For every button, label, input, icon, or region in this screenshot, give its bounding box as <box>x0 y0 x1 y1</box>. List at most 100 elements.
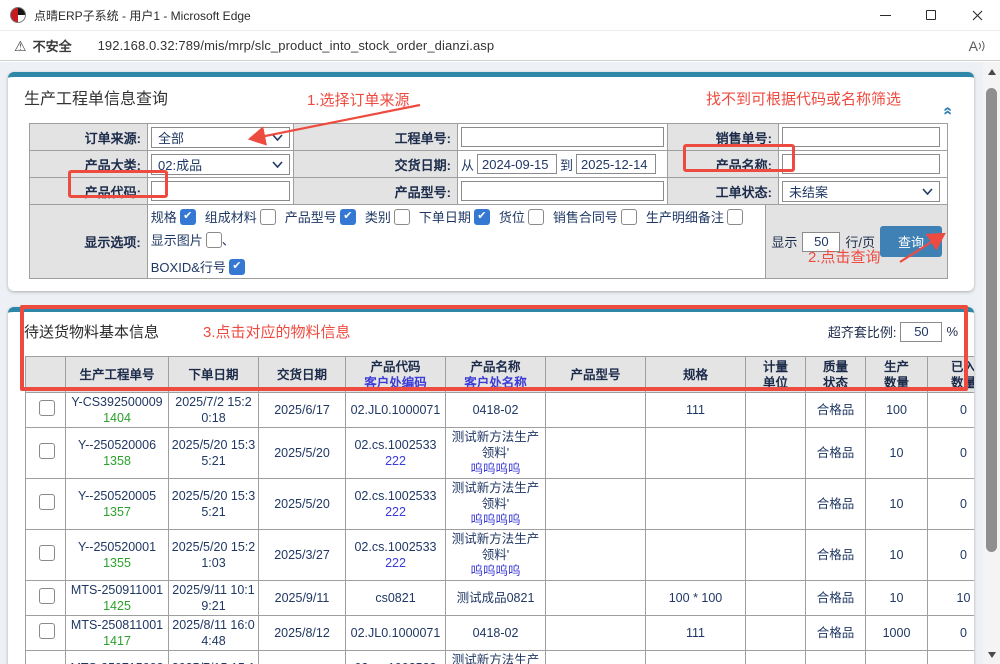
page-size-cell: 显示 行/页 查询 <box>765 205 947 278</box>
query-form-title: 生产工程单信息查询 <box>8 77 974 111</box>
minimize-button[interactable] <box>862 0 908 31</box>
display-option: 货位 <box>499 207 544 226</box>
checkbox-checked[interactable] <box>180 209 196 225</box>
query-form-card: 生产工程单信息查询 « 订单来源: 全部 工程单号: 销售单号: 产品大类: <box>8 72 974 291</box>
order-status-select[interactable]: 未结案 <box>782 181 940 202</box>
display-options: 规格组成材料产品型号 类别 下单日期货位销售合同号 生产明细备注显示图片、 BOXID&… <box>147 205 766 278</box>
checkbox-unchecked[interactable] <box>260 209 276 225</box>
scrollbar-up-arrow-icon[interactable] <box>983 64 1000 79</box>
chevron-down-icon <box>922 188 933 195</box>
results-title: 待送货物料基本信息 <box>24 321 159 342</box>
display-option: 显示图片、 <box>151 230 235 249</box>
table-row[interactable]: Y--2505200051357 2025/5/20 15:35:21 2025… <box>26 479 975 530</box>
maximize-button[interactable] <box>908 0 954 31</box>
page-size-suffix: 行/页 <box>845 232 875 251</box>
project-no-input[interactable] <box>461 127 664 147</box>
row-checkbox[interactable] <box>39 400 55 416</box>
col-qty: 生产数量 <box>866 357 928 393</box>
scrollbar-down-arrow-icon[interactable] <box>983 647 1000 662</box>
display-option-label: 生产明细备注 <box>646 207 724 226</box>
row-checkbox[interactable] <box>39 443 55 459</box>
results-card: 待送货物料基本信息 3.点击对应的物料信息 超齐套比例: % 生产工程单号 下单… <box>8 307 974 664</box>
checkbox-unchecked[interactable] <box>528 209 544 225</box>
table-row[interactable]: MTS-2507150031413 2025/7/15 15:16:12 202… <box>26 651 975 664</box>
col-delivery-date: 交货日期 <box>259 357 346 393</box>
product-code-input[interactable] <box>151 181 290 201</box>
table-row[interactable]: Y--2505200011355 2025/5/20 15:21:03 2025… <box>26 530 975 581</box>
sales-no-input[interactable] <box>782 127 940 147</box>
display-option: BOXID&行号 <box>151 257 245 276</box>
order-status-label: 工单状态: <box>667 178 778 204</box>
order-source-select[interactable]: 全部 <box>151 127 290 148</box>
col-order-date: 下单日期 <box>169 357 259 393</box>
product-name-label: 产品名称: <box>667 151 778 177</box>
display-option-label: 产品型号 <box>285 207 337 226</box>
product-category-select[interactable]: 02:成品 <box>151 154 290 175</box>
warning-icon: ⚠ <box>14 39 27 53</box>
checkbox-unchecked[interactable] <box>394 209 410 225</box>
checkbox-unchecked[interactable] <box>621 209 637 225</box>
address-bar[interactable]: ⚠ 不安全 192.168.0.32:789/mis/mrp/slc_produ… <box>0 31 1000 61</box>
display-option: 销售合同号 <box>553 207 637 226</box>
display-option: 生产明细备注 <box>646 207 743 226</box>
row-checkbox[interactable] <box>39 588 55 604</box>
checkbox-unchecked[interactable] <box>206 232 222 248</box>
display-option: 类别 <box>365 207 410 226</box>
results-table: 生产工程单号 下单日期 交货日期 产品代码客户处编码 产品名称客户处名称 产品型… <box>25 356 974 664</box>
col-order-no: 生产工程单号 <box>66 357 169 393</box>
checkbox-checked[interactable] <box>229 259 245 275</box>
close-button[interactable] <box>954 0 1000 31</box>
checkbox-unchecked[interactable] <box>727 209 743 225</box>
col-product-name: 产品名称客户处名称 <box>446 357 546 393</box>
date-from-label: 从 <box>461 155 474 174</box>
display-option: 下单日期 <box>419 207 490 226</box>
chevron-down-icon <box>272 134 283 141</box>
results-tbody: Y-CS3925000091404 2025/7/2 15:20:18 2025… <box>26 393 975 664</box>
table-row[interactable]: MTS-2509110011425 2025/9/11 10:19:21 202… <box>26 581 975 616</box>
read-aloud-icon[interactable]: A <box>969 38 986 54</box>
product-code-label: 产品代码: <box>30 178 147 204</box>
delivery-date-label: 交货日期: <box>293 151 457 177</box>
page-scrollbar[interactable] <box>983 62 1000 664</box>
col-spec: 规格 <box>646 357 746 393</box>
col-product-model: 产品型号 <box>546 357 646 393</box>
table-header-row: 生产工程单号 下单日期 交货日期 产品代码客户处编码 产品名称客户处名称 产品型… <box>26 357 975 393</box>
display-option-label: BOXID&行号 <box>151 257 226 276</box>
display-options-label: 显示选项: <box>30 205 147 278</box>
search-button[interactable]: 查询 <box>880 226 942 257</box>
row-checkbox[interactable] <box>39 545 55 561</box>
table-row[interactable]: Y-CS3925000091404 2025/7/2 15:20:18 2025… <box>26 393 975 428</box>
col-in-qty: 已入数量 <box>928 357 975 393</box>
product-name-input[interactable] <box>782 154 940 174</box>
ratio-input[interactable] <box>900 322 942 342</box>
scrollbar-thumb[interactable] <box>986 88 997 552</box>
header-link-customer-name[interactable]: 客户处名称 <box>448 375 543 391</box>
display-option-label: 显示图片 <box>151 230 203 249</box>
col-product-code: 产品代码客户处编码 <box>346 357 446 393</box>
table-row[interactable]: MTS-2508110011417 2025/8/11 16:04:48 202… <box>26 616 975 651</box>
checkbox-checked[interactable] <box>340 209 356 225</box>
address-url[interactable]: 192.168.0.32:789/mis/mrp/slc_product_int… <box>98 38 495 53</box>
row-checkbox[interactable] <box>39 623 55 639</box>
col-select <box>26 357 66 393</box>
page-size-input[interactable] <box>802 232 840 252</box>
header-link-customer-code[interactable]: 客户处编码 <box>348 375 443 391</box>
display-option-label: 类别 <box>365 207 391 226</box>
display-option-label: 销售合同号 <box>553 207 618 226</box>
display-option: 规格 <box>151 207 196 226</box>
table-row[interactable]: Y--2505200061358 2025/5/20 15:35:21 2025… <box>26 428 975 479</box>
date-to-input[interactable] <box>576 154 656 174</box>
row-checkbox[interactable] <box>39 494 55 510</box>
sales-no-label: 销售单号: <box>667 124 778 150</box>
checkbox-checked[interactable] <box>474 209 490 225</box>
collapse-icon[interactable]: « <box>940 107 956 116</box>
product-model-input[interactable] <box>461 181 664 201</box>
date-from-input[interactable] <box>477 154 557 174</box>
window-title: 点晴ERP子系统 - 用户1 - Microsoft Edge <box>34 7 251 24</box>
ratio-label: 超齐套比例: <box>828 322 897 341</box>
project-no-label: 工程单号: <box>293 124 457 150</box>
security-label: 不安全 <box>33 36 72 55</box>
results-table-wrap: 生产工程单号 下单日期 交货日期 产品代码客户处编码 产品名称客户处名称 产品型… <box>25 356 974 664</box>
col-quality: 质量状态 <box>806 357 866 393</box>
display-option: 组成材料 <box>205 207 276 226</box>
